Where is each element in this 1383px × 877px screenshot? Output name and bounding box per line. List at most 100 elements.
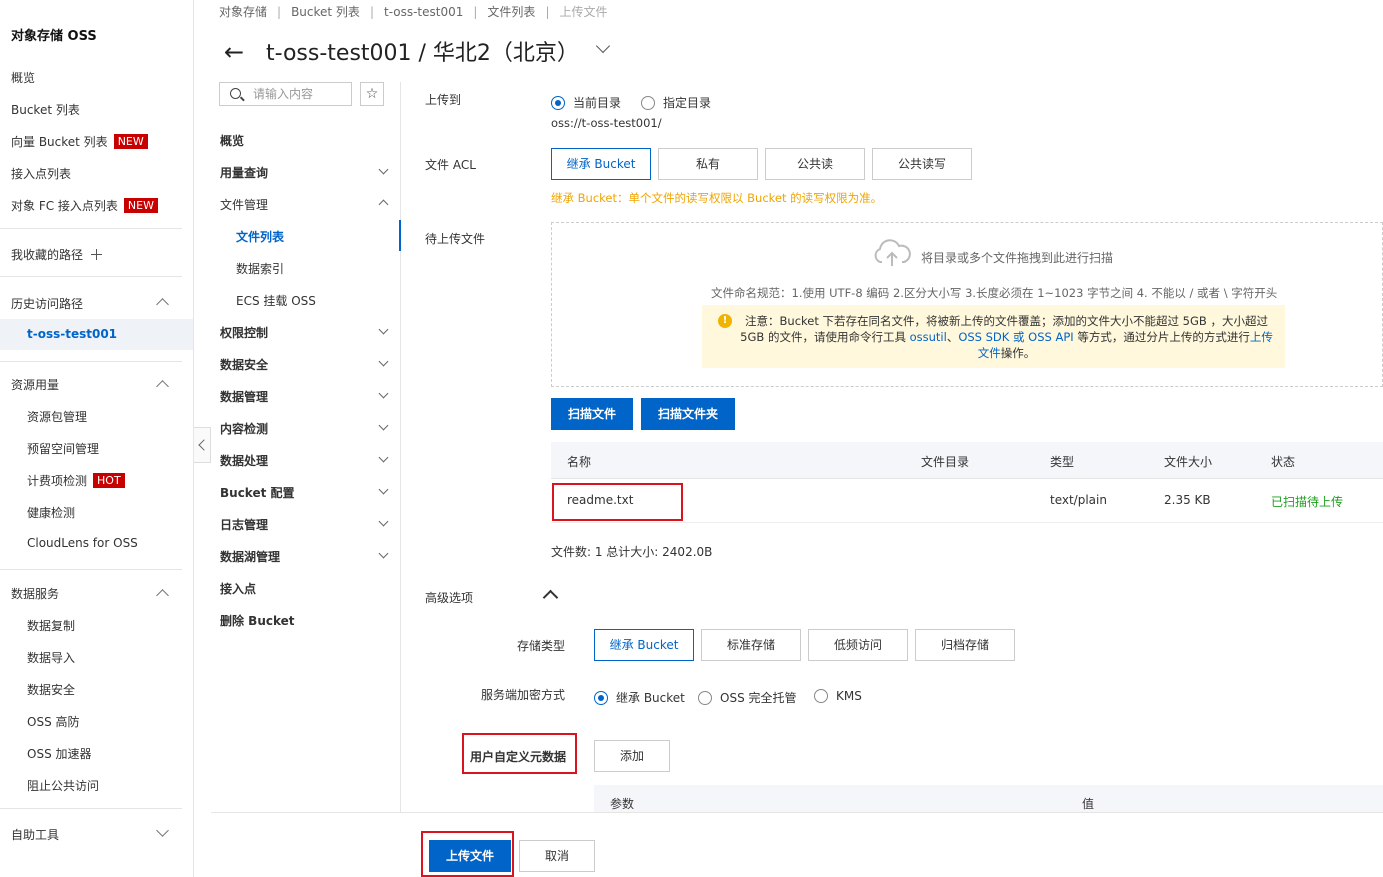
page-title-text: t-oss-test001 / 华北2（北京）: [266, 41, 579, 66]
radio-encrypt-oss[interactable]: OSS 完全托管: [698, 689, 797, 706]
column-directory: 文件目录: [921, 455, 970, 469]
sidebar-item-oss-accelerator[interactable]: OSS 加速器: [27, 745, 92, 762]
upload-to-label: 上传到: [425, 93, 462, 107]
nav-item-file-mgmt[interactable]: 文件管理: [220, 196, 268, 213]
nav-item-log-mgmt[interactable]: 日志管理: [220, 516, 268, 533]
breadcrumb-item[interactable]: 对象存储: [219, 5, 267, 19]
oss-api-link[interactable]: OSS API: [1028, 330, 1074, 344]
sidebar-resource-header[interactable]: 资源用量: [11, 376, 59, 393]
chevron-down-icon[interactable]: [156, 824, 169, 837]
sidebar-item-health-check[interactable]: 健康检测: [27, 504, 75, 521]
sidebar-item-data-security[interactable]: 数据安全: [27, 681, 75, 698]
back-arrow-icon[interactable]: ←: [224, 38, 250, 66]
nav-item-lake-mgmt[interactable]: 数据湖管理: [220, 548, 280, 565]
sidebar-favorites[interactable]: 我收藏的路径: [11, 246, 103, 263]
cancel-button[interactable]: 取消: [519, 840, 595, 872]
nav-item-data-process[interactable]: 数据处理: [220, 452, 268, 469]
acl-label: 文件 ACL: [425, 158, 476, 172]
sidebar-self-service-header[interactable]: 自助工具: [11, 826, 59, 843]
sidebar-item-reserved-space[interactable]: 预留空间管理: [27, 440, 99, 457]
radio-checked-icon: [551, 96, 565, 110]
sidebar-history-header[interactable]: 历史访问路径: [11, 295, 83, 312]
sidebar-item-bucket-list[interactable]: Bucket 列表: [11, 101, 80, 118]
add-favorite-icon[interactable]: [91, 249, 103, 260]
sidebar-item-resource-package[interactable]: 资源包管理: [27, 408, 87, 425]
sidebar-history-item[interactable]: t-oss-test001: [0, 319, 193, 350]
sidebar-item-block-public-access[interactable]: 阻止公共访问: [27, 777, 99, 794]
chevron-down-icon: [378, 420, 389, 431]
collapse-sidebar-button[interactable]: [194, 427, 211, 463]
sidebar-item-data-import[interactable]: 数据导入: [27, 649, 75, 666]
chevron-down-icon: [378, 516, 389, 527]
acl-public-read-button[interactable]: 公共读: [765, 148, 865, 180]
sidebar-item-billing-check[interactable]: 计费项检测 HOT: [27, 472, 125, 489]
storage-inherit-button[interactable]: 继承 Bucket: [594, 629, 694, 661]
upload-path: oss://t-oss-test001/: [551, 116, 662, 130]
add-metadata-button[interactable]: 添加: [594, 740, 670, 772]
file-type: text/plain: [1050, 493, 1107, 507]
sidebar-item-access-points[interactable]: 接入点列表: [11, 165, 71, 182]
nav-item-access-point[interactable]: 接入点: [220, 580, 256, 597]
acl-private-button[interactable]: 私有: [658, 148, 758, 180]
storage-standard-button[interactable]: 标准存储: [701, 629, 801, 661]
star-icon[interactable]: ☆: [360, 82, 384, 106]
encryption-label: 服务端加密方式: [481, 688, 566, 702]
nav-search-input[interactable]: [253, 85, 348, 103]
nav-item-content-check[interactable]: 内容检测: [220, 420, 268, 437]
nav-item-bucket-config[interactable]: Bucket 配置: [220, 484, 295, 501]
metadata-table-header: 参数 值: [594, 785, 1383, 813]
highlight-box: [421, 831, 514, 877]
cloud-upload-icon: [874, 239, 911, 266]
sidebar-item-cloudlens[interactable]: CloudLens for OSS: [27, 536, 138, 550]
sidebar-data-services-header[interactable]: 数据服务: [11, 585, 59, 602]
acl-public-read-write-button[interactable]: 公共读写: [872, 148, 972, 180]
sidebar-item-overview[interactable]: 概览: [11, 69, 35, 86]
scan-file-button[interactable]: 扫描文件: [551, 398, 633, 430]
nav-active-indicator: [399, 220, 401, 251]
scan-folder-button[interactable]: 扫描文件夹: [641, 398, 735, 430]
naming-rule: 文件命名规范：1.使用 UTF-8 编码 2.区分大小写 3.长度必须在 1~1…: [711, 286, 1278, 300]
chevron-up-icon[interactable]: [542, 589, 559, 606]
breadcrumb-current: 上传文件: [559, 5, 608, 19]
sidebar-divider: [0, 228, 182, 229]
nav-search-box[interactable]: [219, 82, 352, 106]
nav-item-data-index[interactable]: 数据索引: [236, 260, 284, 277]
sidebar-item-vector-bucket-list[interactable]: 向量 Bucket 列表 NEW: [11, 133, 148, 150]
nav-item-permission[interactable]: 权限控制: [220, 324, 268, 341]
chevron-up-icon[interactable]: [156, 589, 169, 602]
radio-specified-dir[interactable]: 指定目录: [641, 94, 711, 111]
ossutil-link[interactable]: ossutil: [910, 330, 947, 344]
nav-item-ecs-mount[interactable]: ECS 挂载 OSS: [236, 292, 316, 309]
nav-item-data-mgmt[interactable]: 数据管理: [220, 388, 268, 405]
storage-archive-button[interactable]: 归档存储: [915, 629, 1015, 661]
oss-sdk-link[interactable]: OSS SDK: [958, 330, 1009, 344]
highlight-box: [552, 483, 683, 521]
breadcrumb-item[interactable]: t-oss-test001: [384, 5, 463, 19]
sidebar-item-data-replication[interactable]: 数据复制: [27, 617, 75, 634]
radio-encrypt-inherit[interactable]: 继承 Bucket: [594, 689, 685, 706]
new-badge: NEW: [123, 198, 158, 213]
chevron-left-icon: [198, 439, 210, 451]
storage-ia-button[interactable]: 低频访问: [808, 629, 908, 661]
nav-item-data-security[interactable]: 数据安全: [220, 356, 268, 373]
acl-inherit-button[interactable]: 继承 Bucket: [551, 148, 651, 180]
radio-current-dir[interactable]: 当前目录: [551, 94, 621, 111]
nav-item-overview[interactable]: 概览: [220, 132, 244, 149]
sidebar-item-fc-access-points[interactable]: 对象 FC 接入点列表 NEW: [11, 197, 158, 214]
radio-icon: [698, 691, 712, 705]
file-size: 2.35 KB: [1164, 493, 1211, 507]
sidebar-title: 对象存储 OSS: [11, 29, 97, 44]
highlight-box: [462, 733, 577, 774]
breadcrumb-item[interactable]: 文件列表: [487, 5, 535, 19]
chevron-up-icon[interactable]: [156, 380, 169, 393]
chevron-up-icon: [378, 199, 389, 210]
nav-item-usage[interactable]: 用量查询: [220, 164, 268, 181]
radio-encrypt-kms[interactable]: KMS: [814, 689, 862, 703]
chevron-down-icon[interactable]: [595, 38, 611, 54]
nav-item-file-list[interactable]: 文件列表: [236, 228, 284, 245]
chevron-up-icon[interactable]: [156, 298, 169, 311]
chevron-down-icon: [378, 356, 389, 367]
sidebar-item-oss-ddos[interactable]: OSS 高防: [27, 713, 80, 730]
nav-item-delete-bucket[interactable]: 删除 Bucket: [220, 612, 295, 629]
breadcrumb-item[interactable]: Bucket 列表: [291, 5, 360, 19]
